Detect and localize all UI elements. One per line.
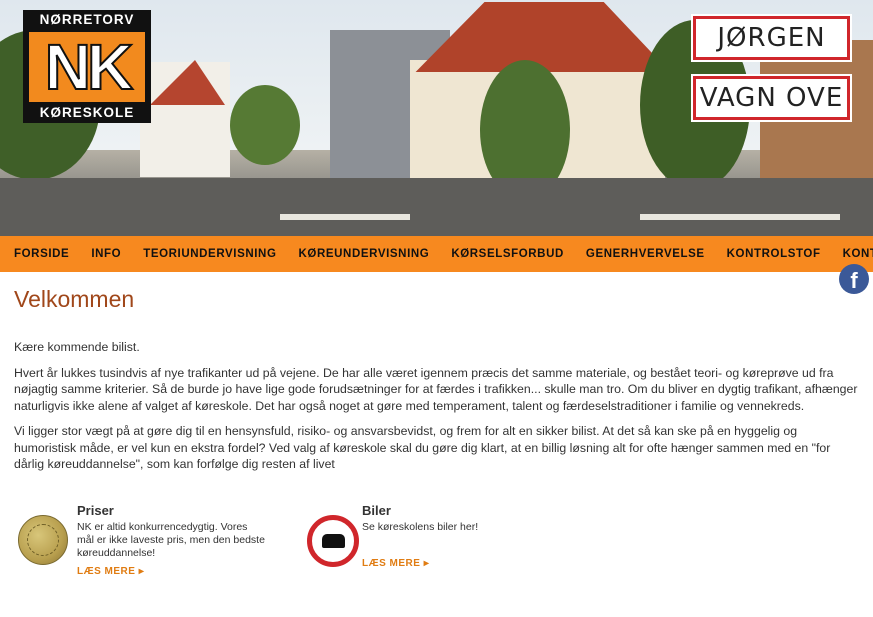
nav-kontakt[interactable]: KONTAKT <box>843 248 873 260</box>
feature-boxes: Priser NK er altid konkurrencedygtig. Vo… <box>14 503 859 613</box>
feature-priser-text: NK er altid konkurrencedygtig. Vores mål… <box>77 520 265 559</box>
feature-biler-text: Se køreskolens biler her! <box>362 520 479 533</box>
feature-biler-read-more[interactable]: LÆS MERE ▸ <box>362 558 429 569</box>
logo-mark-text: NK <box>44 30 134 103</box>
facebook-icon[interactable]: f <box>839 264 869 294</box>
no-car-sign-icon <box>307 514 359 567</box>
logo-mark: NK <box>29 30 145 103</box>
nav-kontrolstof[interactable]: KONTROLSTOF <box>727 248 821 260</box>
feature-biler-title: Biler <box>362 502 391 518</box>
logo-top-text: NØRRETORV <box>39 12 135 27</box>
car-icon <box>322 533 345 548</box>
coin-icon <box>18 514 68 565</box>
nav-teoriundervisning[interactable]: TEORIUNDERVISNING <box>143 248 276 260</box>
sign-vagn-ove: VAGN OVE <box>693 76 850 120</box>
intro-paragraph-1: Hvert år lukkes tusindvis af nye trafika… <box>14 365 858 413</box>
chevron-right-icon: ▸ <box>423 557 430 569</box>
tree-mid <box>230 85 300 165</box>
intro-greeting: Kære kommende bilist. <box>14 340 140 354</box>
nav-koerselsforbud[interactable]: KØRSELSFORBUD <box>451 248 564 260</box>
feature-priser: Priser NK er altid konkurrencedygtig. Vo… <box>14 503 274 593</box>
intro-paragraph-2: Vi ligger stor vægt på at gøre dig til e… <box>14 424 831 471</box>
nav-generhvervelse[interactable]: GENERHVERVELSE <box>586 248 705 260</box>
nav-forside[interactable]: FORSIDE <box>14 248 69 260</box>
nav-info[interactable]: INFO <box>91 248 121 260</box>
crosswalk-right <box>640 214 840 220</box>
sign-jorgen: JØRGEN <box>693 16 850 60</box>
crosswalk <box>280 214 410 220</box>
feature-priser-read-more[interactable]: LÆS MERE ▸ <box>77 566 144 577</box>
facebook-glyph: f <box>850 268 858 293</box>
feature-biler: Biler Se køreskolens biler her! LÆS MERE… <box>307 503 527 593</box>
read-more-label: LÆS MERE <box>77 565 136 577</box>
hero-banner: NØRRETORV NK KØRESKOLE JØRGEN VAGN OVE <box>0 0 873 236</box>
logo-bottom-text: KØRESKOLE <box>39 105 135 120</box>
site-logo[interactable]: NØRRETORV NK KØRESKOLE <box>23 10 151 123</box>
main-content: Velkommen f Kære kommende bilist. Hvert … <box>0 264 873 613</box>
page-title: Velkommen <box>14 286 135 312</box>
nav-koereundervisning[interactable]: KØREUNDERVISNING <box>299 248 430 260</box>
road <box>0 178 873 236</box>
read-more-label: LÆS MERE <box>362 557 421 569</box>
main-nav: FORSIDE INFO TEORIUNDERVISNING KØREUNDER… <box>0 236 873 272</box>
chevron-right-icon: ▸ <box>138 565 145 577</box>
feature-priser-title: Priser <box>77 502 114 518</box>
